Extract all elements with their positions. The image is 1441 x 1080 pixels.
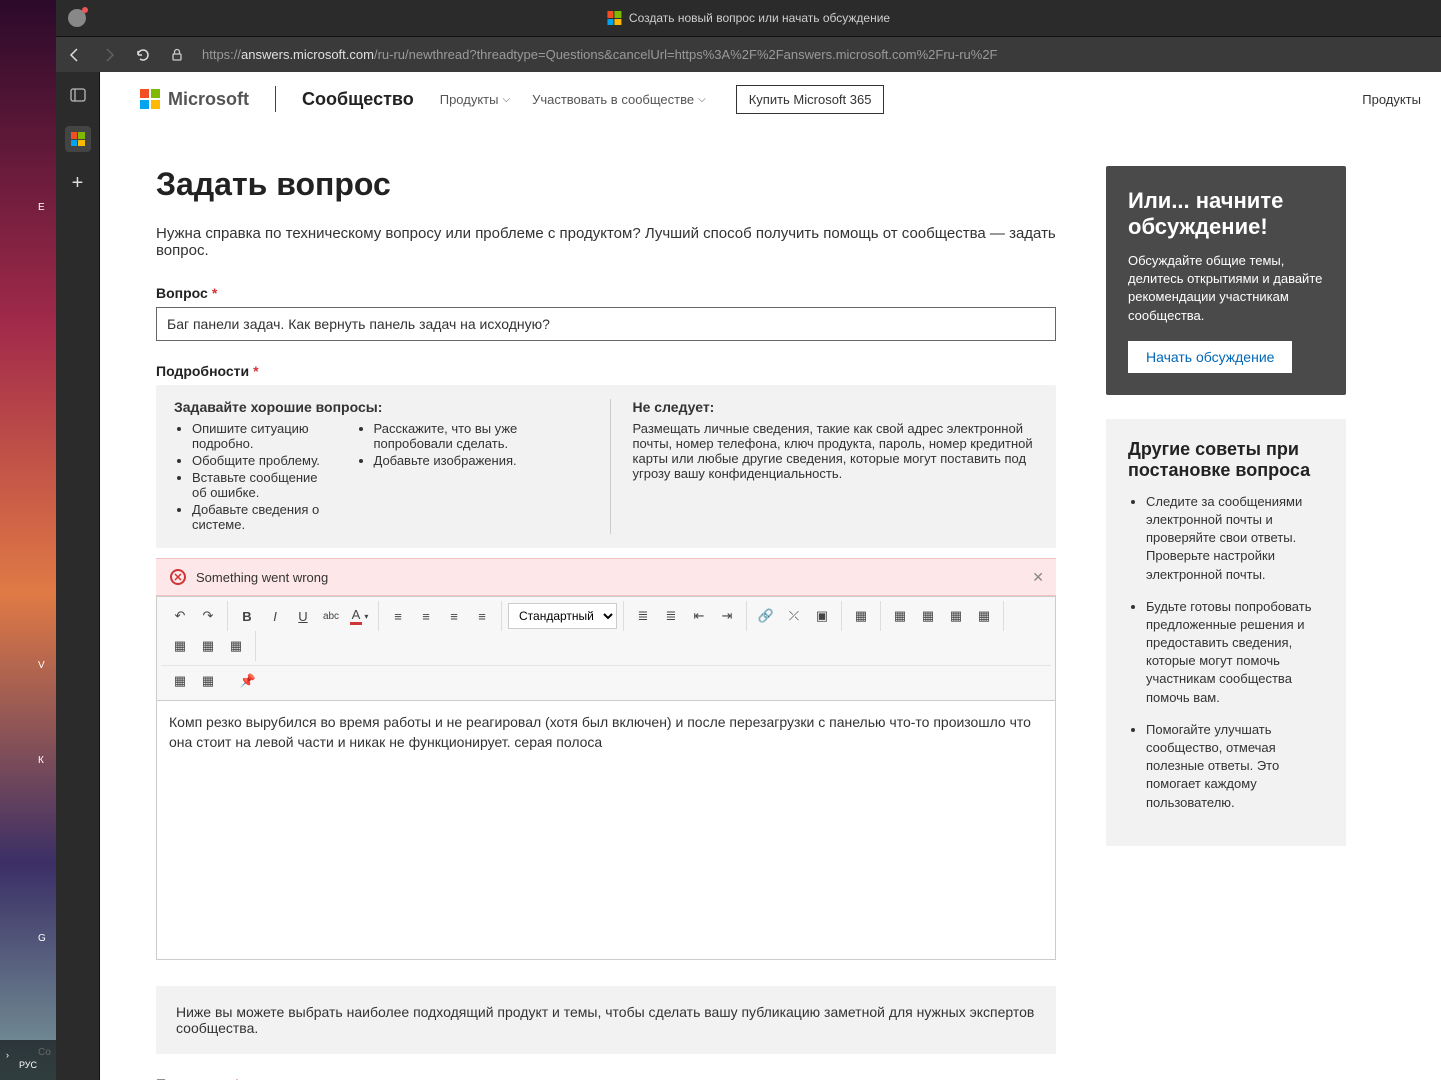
microsoft-brand[interactable]: Microsoft	[140, 89, 249, 110]
new-tab-icon[interactable]: +	[65, 170, 91, 196]
table-props-icon[interactable]: ▦	[167, 668, 193, 694]
microsoft-logo-icon	[71, 132, 85, 146]
tips-panel: Задавайте хорошие вопросы: Опишите ситуа…	[156, 385, 1056, 548]
page-title: Задать вопрос	[156, 166, 1056, 203]
refresh-icon[interactable]	[134, 46, 152, 64]
forward-icon	[100, 46, 118, 64]
table-delete-row-icon[interactable]: ▦	[167, 633, 193, 659]
italic-icon[interactable]: I	[262, 603, 288, 629]
strike-icon[interactable]: abc	[318, 603, 344, 629]
divider	[275, 86, 276, 112]
details-label: Подробности*	[156, 363, 1056, 379]
indent-icon[interactable]: ⇥	[714, 603, 740, 629]
chevron-down-icon: ⌵	[698, 94, 706, 105]
products-label: Продукты: *	[156, 1076, 1056, 1080]
tips-bad-title: Не следует:	[633, 399, 1039, 415]
page-content: Microsoft Сообщество Продукты⌵ Участвова…	[100, 72, 1441, 1080]
browser-window: Создать новый вопрос или начать обсужден…	[56, 0, 1441, 1080]
desktop-wallpaper	[0, 0, 56, 1080]
microsoft-logo-icon	[607, 11, 621, 25]
browser-tab[interactable]: Создать новый вопрос или начать обсужден…	[607, 11, 890, 25]
bold-icon[interactable]: B	[234, 603, 260, 629]
tips-good-list: Опишите ситуацию подробно. Обобщите проб…	[174, 421, 336, 534]
redo-icon[interactable]: ↷	[195, 603, 221, 629]
table-row-before-icon[interactable]: ▦	[887, 603, 913, 629]
tip-item: Следите за сообщениями электронной почты…	[1146, 493, 1324, 584]
table-row-after-icon[interactable]: ▦	[915, 603, 941, 629]
tips-side-title: Другие советы при постановке вопроса	[1128, 439, 1324, 481]
font-color-icon[interactable]: A▾	[346, 603, 372, 629]
tips-good-list-2: Расскажите, что вы уже попробовали сдела…	[356, 421, 580, 534]
unlink-icon[interactable]: ⤫	[781, 603, 807, 629]
desktop-icon[interactable]: К	[38, 755, 44, 766]
desktop-icon[interactable]: V	[38, 660, 45, 671]
tip-item: Помогайте улучшать сообщество, отмечая п…	[1146, 721, 1324, 812]
error-icon: ✕	[170, 569, 186, 585]
lock-icon[interactable]	[168, 46, 186, 64]
underline-icon[interactable]: U	[290, 603, 316, 629]
nav-right-products[interactable]: Продукты	[1362, 92, 1421, 107]
browser-titlebar: Создать новый вопрос или начать обсужден…	[56, 0, 1441, 36]
desktop-icon[interactable]: Е	[38, 202, 45, 213]
table-col-after-icon[interactable]: ▦	[971, 603, 997, 629]
details-editor[interactable]: Комп резко вырубился во время работы и н…	[156, 700, 1056, 960]
taskbar[interactable]: › РУС	[0, 1040, 56, 1080]
link-icon[interactable]: 🔗	[753, 603, 779, 629]
tips-bad-text: Размещать личные сведения, такие как сво…	[633, 421, 1039, 481]
editor-toolbar: ↶ ↷ B I U abc A▾ ≡	[156, 596, 1056, 700]
format-select[interactable]: Стандартный	[508, 603, 617, 629]
vertical-tabs-bar: +	[56, 72, 100, 1080]
address-bar: https://answers.microsoft.com/ru-ru/newt…	[56, 36, 1441, 72]
microsoft-logo-icon	[140, 89, 160, 109]
question-input[interactable]	[156, 307, 1056, 341]
table-icon[interactable]: ▦	[848, 603, 874, 629]
align-right-icon[interactable]: ≡	[441, 603, 467, 629]
table-col-before-icon[interactable]: ▦	[943, 603, 969, 629]
close-icon[interactable]: ✕	[1032, 569, 1044, 586]
tips-side-panel: Другие советы при постановке вопроса Сле…	[1106, 419, 1346, 846]
back-icon[interactable]	[66, 46, 84, 64]
nav-products[interactable]: Продукты⌵	[440, 92, 510, 107]
site-header: Microsoft Сообщество Продукты⌵ Участвова…	[100, 72, 1441, 126]
vertical-tab-active[interactable]	[65, 126, 91, 152]
profile-avatar-icon[interactable]	[68, 9, 86, 27]
start-discussion-button[interactable]: Начать обсуждение	[1128, 341, 1292, 373]
tab-title-text: Создать новый вопрос или начать обсужден…	[629, 11, 890, 25]
taskbar-lang[interactable]: РУС	[19, 1060, 37, 1070]
align-left-icon[interactable]: ≡	[385, 603, 411, 629]
table-delete-icon[interactable]: ▦	[223, 633, 249, 659]
tabs-toggle-icon[interactable]	[65, 82, 91, 108]
table-cell-icon[interactable]: ▦	[195, 668, 221, 694]
nav-participate[interactable]: Участвовать в сообществе⌵	[532, 92, 706, 107]
pin-icon[interactable]: 📌	[235, 668, 261, 694]
list-ul-icon[interactable]: ≣	[658, 603, 684, 629]
image-icon[interactable]: ▣	[809, 603, 835, 629]
tip-item: Будьте готовы попробовать предложенные р…	[1146, 598, 1324, 707]
question-label: Вопрос*	[156, 285, 1056, 301]
error-text: Something went wrong	[196, 570, 328, 585]
community-link[interactable]: Сообщество	[302, 89, 414, 110]
desktop-icon[interactable]: G	[38, 933, 46, 944]
error-alert: ✕ Something went wrong ✕	[156, 558, 1056, 596]
discussion-text: Обсуждайте общие темы, делитесь открытия…	[1128, 252, 1324, 325]
chevron-down-icon: ⌵	[502, 94, 510, 105]
url-text[interactable]: https://answers.microsoft.com/ru-ru/newt…	[202, 47, 1431, 62]
discussion-title: Или... начните обсуждение!	[1128, 188, 1324, 240]
tips-good-title: Задавайте хорошие вопросы:	[174, 399, 580, 415]
buy-m365-button[interactable]: Купить Microsoft 365	[736, 85, 885, 114]
table-delete-col-icon[interactable]: ▦	[195, 633, 221, 659]
page-subtitle: Нужна справка по техническому вопросу ил…	[156, 225, 1056, 259]
undo-icon[interactable]: ↶	[167, 603, 193, 629]
align-justify-icon[interactable]: ≡	[469, 603, 495, 629]
align-center-icon[interactable]: ≡	[413, 603, 439, 629]
discussion-panel: Или... начните обсуждение! Обсуждайте об…	[1106, 166, 1346, 395]
products-note: Ниже вы можете выбрать наиболее подходящ…	[156, 986, 1056, 1054]
list-ol-icon[interactable]: ≣	[630, 603, 656, 629]
taskbar-expand-icon[interactable]: ›	[6, 1050, 9, 1060]
outdent-icon[interactable]: ⇤	[686, 603, 712, 629]
